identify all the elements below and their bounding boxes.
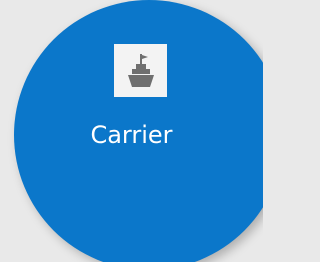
tile-label: Carrier bbox=[90, 121, 173, 149]
ship-icon bbox=[124, 53, 158, 89]
carrier-tile-stage: Carrier bbox=[0, 0, 263, 262]
ship-icon-box bbox=[114, 44, 167, 97]
